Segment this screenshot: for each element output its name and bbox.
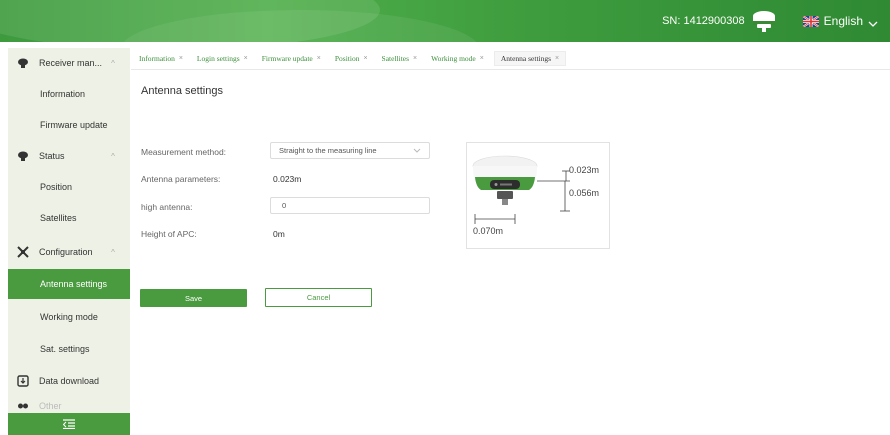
serial-number-area: SN: 1412900308 [662,9,779,33]
save-button[interactable]: Save [140,289,247,307]
tab-firmware-update[interactable]: Firmware update × [262,54,321,63]
sidebar-item-label: Sat. settings [40,344,90,354]
tab-login-settings[interactable]: Login settings × [197,54,248,63]
tab-position[interactable]: Position × [335,54,368,63]
sidebar-group-label: Other [39,401,62,411]
language-label: English [823,14,863,28]
tab-label: Information [139,54,175,63]
chevron-up-icon: ^ [111,247,115,257]
menu-collapse-icon [62,419,75,430]
sidebar-item-label: Working mode [40,312,98,322]
sidebar-group-configuration[interactable]: Configuration ^ [8,237,130,267]
sidebar-item-working-mode[interactable]: Working mode [8,302,130,332]
tab-label: Firmware update [261,54,313,63]
sidebar-group-label: Configuration [39,247,93,257]
tab-label: Satellites [381,54,410,63]
satellite-icon [17,246,29,258]
sidebar: Receiver man... ^ Information Firmware u… [8,48,130,435]
status-icon [17,150,29,162]
sidebar-item-information[interactable]: Information [8,79,130,109]
sidebar-item-label: Position [40,182,73,192]
sidebar-item-label: Satellites [40,213,77,223]
chevron-up-icon: ^ [111,58,115,68]
sidebar-item-firmware-update[interactable]: Firmware update [8,110,130,140]
cancel-button[interactable]: Cancel [265,288,372,307]
chevron-down-icon [868,17,878,27]
header-right: SN: 1412900308 English [662,0,878,42]
sidebar-group-receiver[interactable]: Receiver man... ^ [8,48,130,78]
main-content: Antenna settings Measurement method: Str… [131,71,890,435]
measurement-method-value: Straight to the measuring line [279,146,377,155]
other-icon [17,400,29,412]
close-icon[interactable]: × [413,55,417,62]
sidebar-item-position[interactable]: Position [8,172,130,202]
close-icon[interactable]: × [317,55,321,62]
chevron-down-icon [413,146,421,154]
gnss-receiver-icon [749,9,779,33]
sidebar-group-status[interactable]: Status ^ [8,141,130,171]
antenna-parameters-label: Antenna parameters: [141,174,221,184]
close-icon[interactable]: × [480,55,484,62]
sidebar-item-sat-settings[interactable]: Sat. settings [8,334,130,364]
tab-satellites[interactable]: Satellites × [382,54,418,63]
tab-label: Antenna settings [500,54,552,63]
download-icon [17,375,29,387]
height-apc-value: 0m [273,229,285,239]
antenna-dim-height: 0.056m [569,188,600,198]
chevron-up-icon: ^ [111,151,115,161]
sidebar-group-label: Receiver man... [39,58,103,68]
close-icon[interactable]: × [179,55,183,62]
tab-information[interactable]: Information × [139,54,183,63]
close-icon[interactable]: × [555,55,559,62]
antenna-dim-top: 0.023m [569,165,600,175]
receiver-icon [17,57,29,69]
sidebar-item-label: Information [40,89,86,99]
serial-number: SN: 1412900308 [662,15,745,27]
sidebar-item-satellites[interactable]: Satellites [8,203,130,233]
high-antenna-label: high antenna: [141,202,193,212]
antenna-diagram: 0.023m 0.056m 0.070m [466,142,610,249]
tab-antenna-settings[interactable]: Antenna settings × [493,51,567,66]
close-icon[interactable]: × [244,55,248,62]
page-title: Antenna settings [141,85,223,97]
close-icon[interactable]: × [363,55,367,62]
sidebar-group-label: Data download [39,376,100,386]
sidebar-group-data-download[interactable]: Data download [8,366,130,396]
uk-flag-icon [802,14,820,28]
height-apc-label: Height of APC: [141,229,197,239]
tab-label: Position [334,54,360,63]
tab-label: Working mode [431,54,476,63]
language-selector[interactable]: English [802,14,878,28]
antenna-parameters-value: 0.023m [273,174,302,184]
sidebar-collapse-button[interactable] [8,413,130,435]
tab-label: Login settings [196,54,240,63]
high-antenna-input[interactable] [270,197,430,214]
measurement-method-select[interactable]: Straight to the measuring line [270,142,430,159]
sidebar-group-label: Status [39,151,65,161]
antenna-dim-width: 0.070m [473,226,504,236]
sidebar-item-antenna-settings[interactable]: Antenna settings [8,269,130,299]
tab-working-mode[interactable]: Working mode × [431,54,484,63]
sidebar-item-label: Firmware update [40,120,108,130]
app-header: SN: 1412900308 English [0,0,890,42]
tab-bar: Information × Login settings × Firmware … [131,48,890,70]
sidebar-item-label: Antenna settings [40,279,108,289]
measurement-method-label: Measurement method: [141,147,227,157]
